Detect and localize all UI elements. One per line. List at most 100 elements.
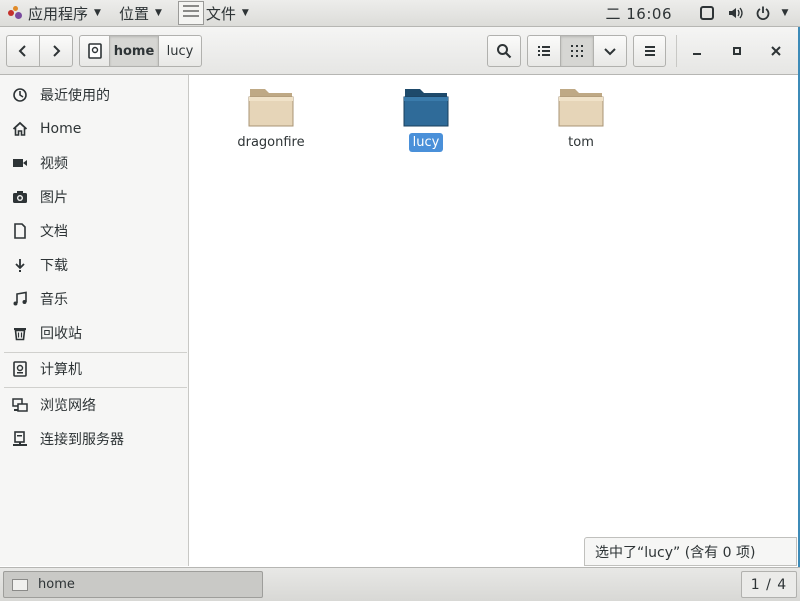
music-icon: [12, 291, 28, 307]
breadcrumb-label: home: [113, 43, 155, 59]
close-button[interactable]: [762, 37, 790, 65]
video-icon: [12, 155, 28, 171]
sidebar-item-trash[interactable]: 回收站: [0, 318, 188, 348]
grid-view-button[interactable]: [561, 35, 594, 67]
sidebar-item-documents[interactable]: 文档: [0, 216, 188, 246]
screen-icon[interactable]: [698, 4, 716, 22]
taskbar-window-label: home: [38, 577, 75, 592]
back-button[interactable]: [6, 35, 40, 67]
grid-view-icon: [571, 45, 583, 57]
menu-button[interactable]: [633, 35, 666, 67]
clock-icon: [12, 87, 28, 103]
sidebar-item-network[interactable]: 浏览网络: [0, 390, 188, 420]
minimize-button[interactable]: [683, 37, 711, 65]
places-label: 位置: [118, 4, 149, 23]
file-name: lucy: [408, 133, 444, 152]
breadcrumb: home lucy: [79, 35, 202, 67]
list-view-button[interactable]: [527, 35, 561, 67]
sidebar-item-label: 音乐: [40, 292, 68, 308]
headerbar: home lucy: [0, 27, 798, 75]
sidebar-separator: [4, 387, 187, 388]
search-button[interactable]: [487, 35, 521, 67]
folder-item-dragonfire[interactable]: dragonfire: [211, 85, 331, 165]
sidebar-item-computer[interactable]: 计算机: [0, 354, 188, 384]
clock[interactable]: 二 16:06: [606, 3, 673, 24]
sidebar-item-label: 下载: [40, 258, 68, 274]
sidebar-item-videos[interactable]: 视频: [0, 148, 188, 178]
file-name: tom: [568, 135, 594, 150]
minimize-icon: [693, 53, 701, 55]
workspace-label: 1 / 4: [750, 576, 788, 593]
view-buttons: [527, 35, 627, 67]
chevron-down-icon: ▼: [94, 8, 101, 18]
network-icon: [12, 397, 28, 413]
sidebar-item-label: Home: [40, 121, 82, 137]
sidebar-item-home[interactable]: Home: [0, 114, 188, 144]
file-view[interactable]: dragonfire lucy tom: [189, 75, 798, 566]
taskbar-window-button[interactable]: home: [3, 571, 263, 598]
file-manager-icon: [12, 578, 28, 591]
breadcrumb-lucy[interactable]: lucy: [159, 35, 202, 67]
file-manager-icon: [177, 1, 204, 25]
power-icon[interactable]: [754, 4, 772, 22]
folder-icon: [248, 89, 294, 127]
sidebar-item-label: 图片: [40, 190, 68, 206]
separator: [676, 35, 677, 67]
sidebar: 最近使用的 Home 视频 图片 文档 下载 音乐 回收站 计算机 浏览网络 连…: [0, 75, 189, 566]
applications-label: 应用程序: [28, 4, 89, 23]
server-icon: [12, 431, 28, 447]
hamburger-menu-icon: [644, 46, 655, 56]
forward-button[interactable]: [40, 35, 73, 67]
location-toggle-button[interactable]: [79, 35, 110, 67]
sidebar-item-downloads[interactable]: 下载: [0, 250, 188, 280]
chevron-down-icon[interactable]: ▼: [776, 4, 794, 22]
sidebar-item-label: 连接到服务器: [40, 432, 124, 448]
maximize-button[interactable]: [723, 37, 751, 65]
folder-icon: [558, 89, 604, 127]
sidebar-item-music[interactable]: 音乐: [0, 284, 188, 314]
top-panel: 应用程序 ▼ 位置 ▼ 文件 ▼ 二 16:06 ▼: [0, 0, 800, 27]
sidebar-item-recent[interactable]: 最近使用的: [0, 80, 188, 110]
close-icon: [771, 46, 781, 56]
drive-icon: [12, 361, 28, 377]
file-name: dragonfire: [237, 135, 305, 150]
places-menu[interactable]: 位置 ▼: [109, 0, 170, 26]
applications-menu[interactable]: 应用程序 ▼: [0, 0, 109, 26]
home-icon: [12, 121, 28, 137]
search-icon: [497, 44, 512, 59]
sidebar-item-label: 回收站: [40, 326, 82, 342]
app-menu-label: 文件: [205, 4, 236, 23]
list-view-icon: [538, 46, 550, 56]
sidebar-item-label: 视频: [40, 156, 68, 172]
sidebar-item-label: 浏览网络: [40, 398, 96, 414]
status-bubble: 选中了“lucy” (含有 0 项): [584, 537, 797, 566]
app-menu[interactable]: 文件 ▼: [170, 0, 257, 26]
volume-icon[interactable]: [726, 4, 744, 22]
chevron-right-icon: [53, 45, 61, 57]
camera-icon: [12, 189, 28, 205]
chevron-down-icon: ▼: [241, 8, 249, 18]
bottom-panel: home 1 / 4: [0, 567, 800, 601]
sidebar-separator: [4, 352, 187, 353]
sidebar-item-label: 计算机: [40, 362, 82, 378]
workspace-switcher[interactable]: 1 / 4: [741, 571, 797, 598]
status-text: 选中了“lucy” (含有 0 项): [595, 544, 756, 561]
folder-icon: [403, 89, 449, 127]
gnome-foot-icon: [8, 6, 22, 20]
view-options-button[interactable]: [594, 35, 627, 67]
sidebar-item-label: 文档: [40, 224, 68, 240]
chevron-down-icon: ▼: [154, 8, 162, 18]
breadcrumb-label: lucy: [166, 43, 194, 59]
folder-item-lucy[interactable]: lucy: [366, 85, 486, 165]
chevron-left-icon: [18, 45, 26, 57]
chevron-down-icon: [604, 48, 616, 56]
sidebar-item-pictures[interactable]: 图片: [0, 182, 188, 212]
document-icon: [12, 223, 28, 239]
history-buttons: [6, 35, 73, 67]
download-icon: [12, 257, 28, 273]
folder-item-tom[interactable]: tom: [521, 85, 641, 165]
sidebar-item-label: 最近使用的: [40, 88, 110, 104]
maximize-icon: [733, 47, 741, 55]
sidebar-item-connect-server[interactable]: 连接到服务器: [0, 424, 188, 454]
breadcrumb-home[interactable]: home: [110, 35, 159, 67]
